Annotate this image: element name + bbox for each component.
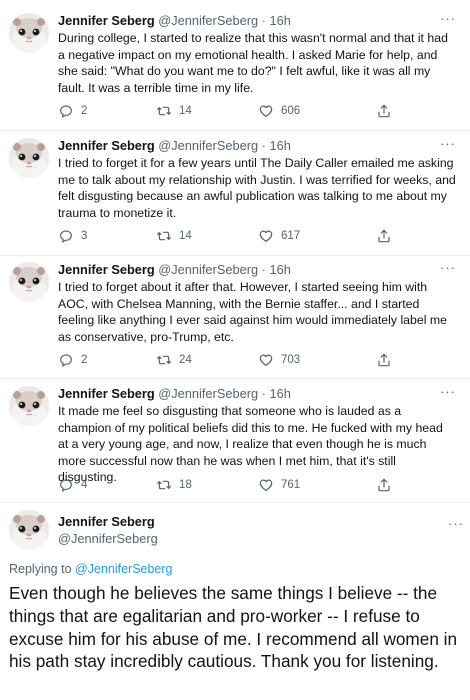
share-button[interactable] <box>376 228 392 244</box>
reply-icon <box>58 477 74 493</box>
reply-button[interactable]: 2 <box>58 352 87 368</box>
final-tweet-text: Even though he believes the same things … <box>9 583 458 672</box>
more-options-icon[interactable]: ··· <box>440 136 456 151</box>
like-icon <box>258 352 274 368</box>
retweet-button[interactable]: 14 <box>156 103 192 119</box>
retweet-count: 18 <box>179 479 192 491</box>
reply-button[interactable]: 2 <box>58 103 87 119</box>
tweet-content: Jennifer Seberg @JenniferSeberg · 16h ··… <box>58 384 456 486</box>
reply-count: 4 <box>81 479 88 491</box>
replying-to-link[interactable]: @JenniferSeberg <box>75 562 172 576</box>
share-button[interactable] <box>376 103 392 119</box>
hamster-avatar[interactable] <box>9 386 49 426</box>
tweet-text: I tried to forget about it after that. H… <box>58 280 447 344</box>
tweet-text: During college, I started to realize tha… <box>58 31 448 95</box>
author-handle[interactable]: @JenniferSeberg <box>158 13 258 28</box>
like-count: 703 <box>281 354 301 366</box>
author-handle[interactable]: @JenniferSeberg <box>158 386 258 401</box>
like-count: 761 <box>281 479 301 491</box>
tweet-actions: 2 14 606 <box>58 103 398 121</box>
reply-button[interactable]: 4 <box>58 477 87 493</box>
timestamp[interactable]: 16h <box>269 138 290 153</box>
hamster-avatar[interactable] <box>9 262 49 302</box>
retweet-count: 14 <box>179 230 192 242</box>
author-name[interactable]: Jennifer Seberg <box>58 513 158 530</box>
like-icon <box>258 228 274 244</box>
timestamp[interactable]: 16h <box>269 13 290 28</box>
retweet-count: 24 <box>179 354 192 366</box>
more-options-icon[interactable]: ··· <box>440 260 456 275</box>
like-button[interactable]: 761 <box>258 477 300 493</box>
share-icon <box>376 477 392 493</box>
reply-icon <box>58 352 74 368</box>
retweet-icon <box>156 352 172 368</box>
tweet-content: Jennifer Seberg @JenniferSeberg · 16h ··… <box>58 136 456 221</box>
tweet-actions: 3 14 617 <box>58 228 398 246</box>
share-button[interactable] <box>376 477 392 493</box>
tweet-header: Jennifer Seberg @JenniferSeberg · 16h <box>58 138 456 154</box>
retweet-icon <box>156 477 172 493</box>
share-icon <box>376 352 392 368</box>
retweet-button[interactable]: 14 <box>156 228 192 244</box>
more-options-icon[interactable]: ··· <box>440 384 456 399</box>
tweet-content: Jennifer Seberg @JenniferSeberg · 16h ··… <box>58 11 456 96</box>
separator-dot: · <box>261 138 266 153</box>
divider <box>0 130 470 131</box>
tweet-actions: 4 18 761 <box>58 477 398 495</box>
tweet-text: I tried to forget it for a few years unt… <box>58 156 456 220</box>
like-icon <box>258 103 274 119</box>
replying-to-label: Replying to <box>9 562 72 576</box>
tweet-thread: Jennifer Seberg @JenniferSeberg · 16h ··… <box>0 0 470 700</box>
tweet-text: It made me feel so disgusting that someo… <box>58 404 443 484</box>
reply-count: 2 <box>81 354 88 366</box>
hamster-avatar[interactable] <box>9 13 49 53</box>
tweet-header: Jennifer Seberg @JenniferSeberg · 16h <box>58 386 456 402</box>
hamster-avatar[interactable] <box>9 510 49 550</box>
separator-dot: · <box>261 262 266 277</box>
like-button[interactable]: 606 <box>258 103 300 119</box>
share-icon <box>376 228 392 244</box>
retweet-icon <box>156 228 172 244</box>
share-button[interactable] <box>376 352 392 368</box>
divider <box>0 378 470 379</box>
like-count: 606 <box>281 105 301 117</box>
reply-icon <box>58 228 74 244</box>
like-icon <box>258 477 274 493</box>
reply-count: 2 <box>81 105 88 117</box>
tweet-actions: 2 24 703 <box>58 352 398 370</box>
author-name[interactable]: Jennifer Seberg <box>58 386 155 401</box>
author-name[interactable]: Jennifer Seberg <box>58 262 155 277</box>
final-tweet-header: Jennifer Seberg @JenniferSeberg <box>58 513 158 547</box>
tweet-header: Jennifer Seberg @JenniferSeberg · 16h <box>58 262 456 278</box>
timestamp[interactable]: 16h <box>269 386 290 401</box>
tweet-content: Jennifer Seberg @JenniferSeberg · 16h ··… <box>58 260 456 345</box>
divider <box>0 255 470 256</box>
divider <box>0 502 470 503</box>
like-count: 617 <box>281 230 301 242</box>
more-options-icon[interactable]: ··· <box>448 516 464 531</box>
hamster-avatar[interactable] <box>9 138 49 178</box>
separator-dot: · <box>261 386 266 401</box>
author-name[interactable]: Jennifer Seberg <box>58 13 155 28</box>
reply-icon <box>58 103 74 119</box>
tweet-header: Jennifer Seberg @JenniferSeberg · 16h <box>58 13 456 29</box>
author-handle[interactable]: @JenniferSeberg <box>58 530 158 547</box>
separator-dot: · <box>261 13 266 28</box>
more-options-icon[interactable]: ··· <box>440 11 456 26</box>
author-handle[interactable]: @JenniferSeberg <box>158 138 258 153</box>
timestamp[interactable]: 16h <box>269 262 290 277</box>
reply-count: 3 <box>81 230 88 242</box>
author-handle[interactable]: @JenniferSeberg <box>158 262 258 277</box>
retweet-button[interactable]: 24 <box>156 352 192 368</box>
like-button[interactable]: 617 <box>258 228 300 244</box>
author-name[interactable]: Jennifer Seberg <box>58 138 155 153</box>
share-icon <box>376 103 392 119</box>
like-button[interactable]: 703 <box>258 352 300 368</box>
retweet-count: 14 <box>179 105 192 117</box>
reply-button[interactable]: 3 <box>58 228 87 244</box>
retweet-button[interactable]: 18 <box>156 477 192 493</box>
retweet-icon <box>156 103 172 119</box>
replying-to: Replying to @JenniferSeberg <box>9 562 173 576</box>
